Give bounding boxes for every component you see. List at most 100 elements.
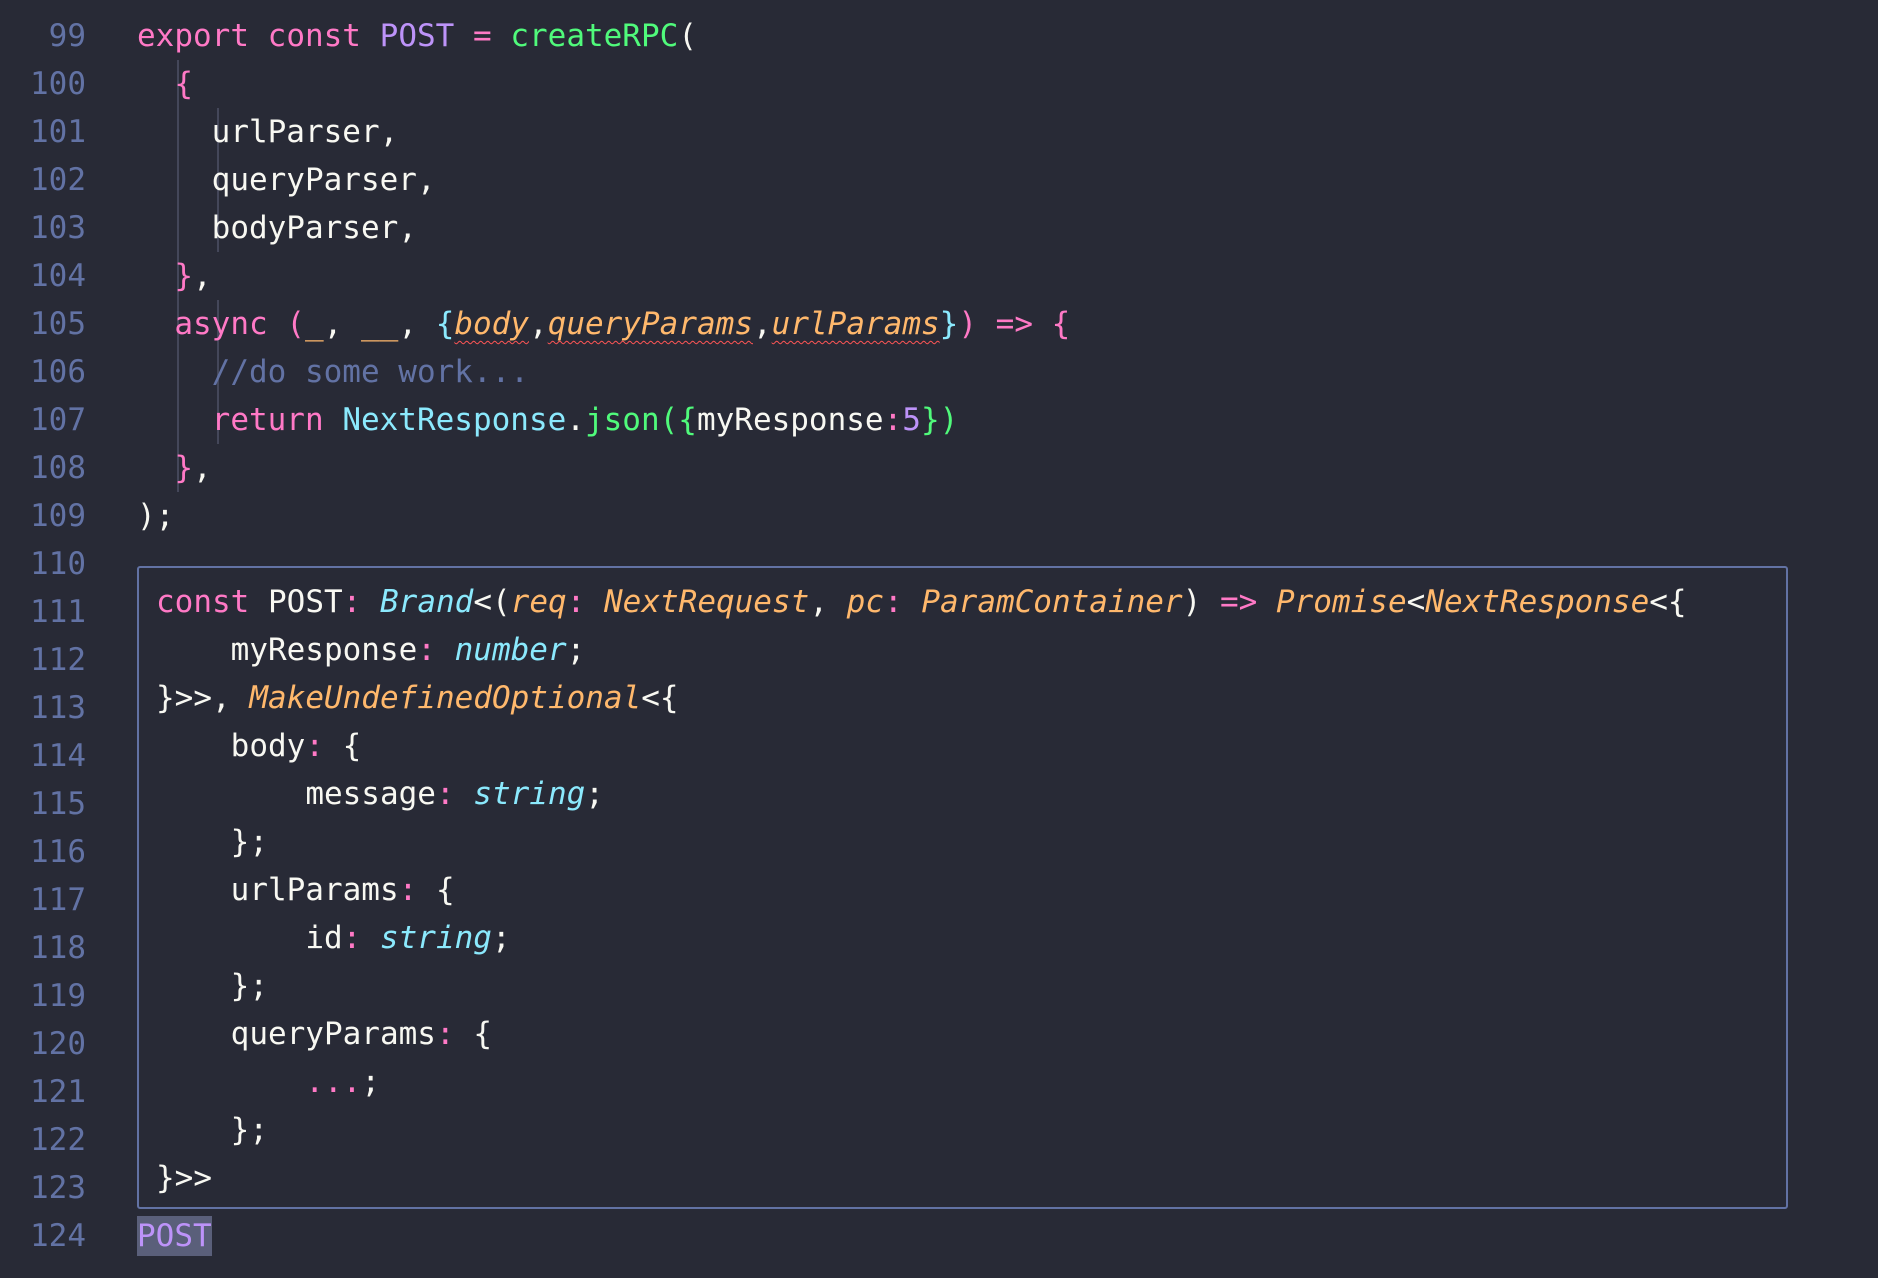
code-line-108[interactable]: },: [137, 444, 1857, 492]
code-line-107[interactable]: return NextResponse.json({myResponse:5}): [137, 396, 1857, 444]
code-line-104[interactable]: },: [137, 252, 1857, 300]
code-line-103[interactable]: bodyParser,: [137, 204, 1857, 252]
line-number: 101: [30, 114, 86, 150]
type-arg-open: <(: [473, 584, 511, 620]
code-line-106[interactable]: //do some work...: [137, 348, 1857, 396]
close-brace: }: [174, 258, 193, 294]
line-number: 119: [30, 978, 86, 1014]
keyword-return: return: [211, 402, 324, 438]
comma: ,: [753, 306, 772, 342]
close-brace: };: [230, 968, 268, 1004]
object-key-my-response[interactable]: myResponse: [697, 402, 884, 438]
line-number: 122: [30, 1122, 86, 1158]
equals-operator: =: [472, 18, 492, 54]
comma: ,: [398, 306, 418, 342]
param-body[interactable]: body: [454, 306, 529, 342]
type-arg-open: <{: [641, 680, 679, 716]
code-line-109[interactable]: );: [137, 492, 1857, 540]
colon: :: [398, 872, 418, 908]
type-arg-open: <: [1406, 584, 1426, 620]
comment: //do some work...: [211, 354, 529, 390]
ellipsis: ...: [305, 1064, 362, 1100]
param-url-params[interactable]: urlParams: [772, 306, 940, 342]
comma: ,: [529, 306, 548, 342]
hover-line: queryParams: {: [156, 1010, 1776, 1058]
code-line-124[interactable]: POST: [137, 1212, 1857, 1260]
next-request-type: NextRequest: [604, 584, 810, 620]
line-number: 121: [30, 1074, 86, 1110]
open-paren: (: [659, 402, 679, 438]
colon: :: [435, 1016, 455, 1052]
arrow-operator: =>: [995, 306, 1033, 342]
close-brace: };: [230, 824, 268, 860]
number-type: number: [454, 632, 567, 668]
type-hover-tooltip: const POST: Brand<(req: NextRequest, pc:…: [137, 566, 1788, 1209]
line-number: 104: [30, 258, 86, 294]
colon: :: [342, 920, 362, 956]
colon: :: [883, 584, 903, 620]
string-type: string: [473, 776, 586, 812]
line-number: 118: [30, 930, 86, 966]
url-parser-ref[interactable]: urlParser,: [212, 114, 399, 150]
close-paren: ): [939, 402, 959, 438]
line-number: 117: [30, 882, 86, 918]
json-method[interactable]: json: [585, 402, 660, 438]
query-parser-ref[interactable]: queryParser,: [212, 162, 436, 198]
next-response-class[interactable]: NextResponse: [342, 402, 566, 438]
line-number: 107: [30, 402, 86, 438]
type-arg-close: }>>: [156, 1160, 212, 1196]
semicolon: ;: [491, 920, 511, 956]
line-number: 106: [30, 354, 86, 390]
open-brace: {: [342, 728, 362, 764]
code-line-102[interactable]: queryParser,: [137, 156, 1857, 204]
close-brace: }: [174, 450, 193, 486]
line-number: 110: [30, 546, 86, 582]
brand-type: Brand: [380, 584, 474, 620]
line-number: 109: [30, 498, 86, 534]
line-number: 124: [30, 1218, 86, 1254]
code-line-101[interactable]: urlParser,: [137, 108, 1857, 156]
prop-query-params: queryParams: [230, 1016, 436, 1052]
open-brace: {: [1051, 306, 1071, 342]
hover-line: id: string;: [156, 914, 1776, 962]
keyword-const: const: [267, 18, 361, 54]
code-line-100[interactable]: {: [137, 60, 1857, 108]
param-query-params[interactable]: queryParams: [548, 306, 753, 342]
post-identifier[interactable]: POST: [380, 18, 455, 54]
promise-type: Promise: [1275, 584, 1407, 620]
param-underscore[interactable]: _: [305, 306, 324, 342]
param-req: req: [510, 584, 567, 620]
hover-line: }>>: [156, 1154, 1776, 1202]
colon: :: [305, 728, 324, 764]
comma: ,: [323, 306, 343, 342]
hover-line: ...;: [156, 1058, 1776, 1106]
arrow-operator: =>: [1219, 584, 1258, 620]
keyword-async: async: [174, 306, 268, 342]
semicolon: ;: [585, 776, 604, 812]
line-number: 105: [30, 306, 86, 342]
line-number: 113: [30, 690, 86, 726]
line-number: 114: [30, 738, 86, 774]
line-number: 116: [30, 834, 86, 870]
line-number: 120: [30, 1026, 86, 1062]
param-container-type: ParamContainer: [921, 584, 1183, 620]
close-paren-semicolon: );: [137, 498, 175, 534]
code-line-99[interactable]: export const POST = createRPC(: [137, 12, 1857, 60]
cursor-word-highlight[interactable]: POST: [137, 1216, 212, 1256]
param-double-underscore[interactable]: __: [361, 306, 398, 342]
body-parser-ref[interactable]: bodyParser,: [212, 210, 417, 246]
post-identifier: POST: [268, 584, 343, 620]
prop-id: id: [305, 920, 343, 956]
hover-line: };: [156, 818, 1776, 866]
destructure-open-brace: {: [435, 306, 455, 342]
create-rpc-function[interactable]: createRPC: [510, 18, 678, 54]
make-undefined-optional-type: MakeUndefinedOptional: [249, 680, 642, 716]
colon: :: [342, 584, 362, 620]
keyword-const: const: [156, 584, 250, 620]
hover-content: const POST: Brand<(req: NextRequest, pc:…: [156, 578, 1776, 1202]
code-line-105[interactable]: async (_, __, {body,queryParams,urlParam…: [137, 300, 1857, 348]
line-number: 123: [30, 1170, 86, 1206]
colon: :: [435, 776, 455, 812]
code-editor[interactable]: 99 100 101 102 103 104 105 106 107 108 109 110 111 11…: [0, 0, 1878, 1278]
hover-line: urlParams: {: [156, 866, 1776, 914]
